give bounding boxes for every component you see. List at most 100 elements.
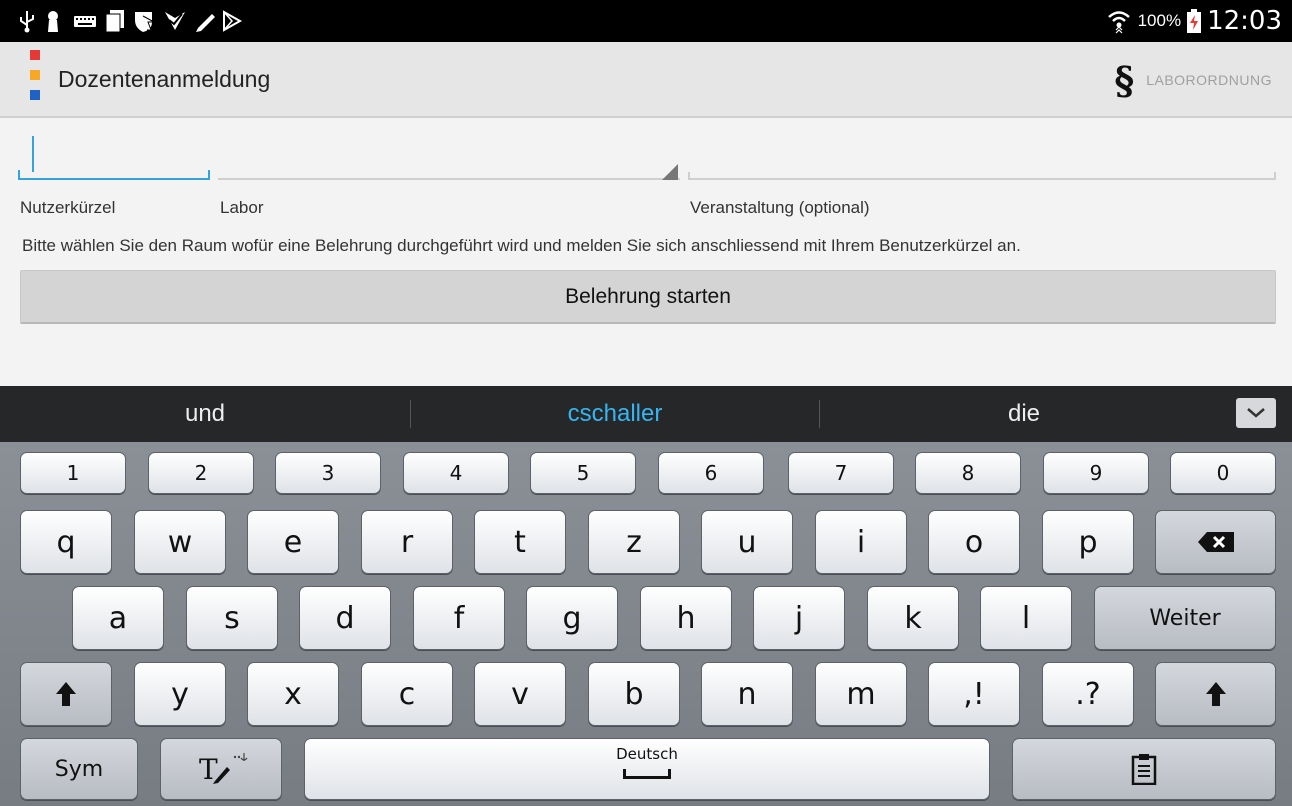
suggestion-item[interactable]: und xyxy=(0,386,410,442)
shield-icon xyxy=(135,12,155,32)
status-right: 100% 12:03 xyxy=(1106,0,1282,42)
key-m[interactable]: m xyxy=(815,662,907,726)
key-a[interactable]: a xyxy=(72,586,164,650)
backspace-key[interactable] xyxy=(1155,510,1276,574)
login-form: Nutzerkürzel Labor Veranstaltung (option… xyxy=(0,118,1292,386)
key-l[interactable]: l xyxy=(980,586,1072,650)
clock: 12:03 xyxy=(1207,6,1282,36)
logo-red-square xyxy=(30,50,40,60)
belehrung-starten-button[interactable]: Belehrung starten xyxy=(20,270,1276,324)
underline-tick xyxy=(1274,172,1276,180)
key-j[interactable]: j xyxy=(753,586,845,650)
shift-key-left[interactable] xyxy=(20,662,112,726)
clipboard-key[interactable] xyxy=(1012,738,1276,800)
page-title: Dozentenanmeldung xyxy=(58,66,271,92)
paragraph-icon: § xyxy=(1114,57,1135,103)
key-9[interactable]: 9 xyxy=(1043,452,1149,494)
key-5[interactable]: 5 xyxy=(530,452,636,494)
key-t[interactable]: t xyxy=(474,510,566,574)
checkmark-icon xyxy=(165,12,185,30)
labor-label: Labor xyxy=(220,198,264,217)
space-icon xyxy=(623,769,671,779)
text-cursor xyxy=(32,136,34,172)
usb-icon xyxy=(20,11,34,33)
key-z[interactable]: z xyxy=(588,510,680,574)
suggestion-item-highlighted[interactable]: cschaller xyxy=(411,386,819,442)
key-4[interactable]: 4 xyxy=(403,452,509,494)
key-e[interactable]: e xyxy=(247,510,339,574)
clipboard-icon xyxy=(1131,754,1157,785)
key-b[interactable]: b xyxy=(588,662,680,726)
instruction-text: Bitte wählen Sie den Raum wofür eine Bel… xyxy=(22,236,1021,255)
chevron-down-icon xyxy=(1247,408,1265,418)
key-g[interactable]: g xyxy=(526,586,618,650)
key-3[interactable]: 3 xyxy=(275,452,381,494)
battery-charging-icon xyxy=(1187,9,1202,33)
key-i[interactable]: i xyxy=(815,510,907,574)
keyboard: 1 2 3 4 5 6 7 8 9 0 q w e r t z u i o p … xyxy=(0,442,1292,806)
underline-tick xyxy=(208,170,210,180)
underline-tick xyxy=(18,170,20,180)
key-k[interactable]: k xyxy=(867,586,959,650)
nutzerkuerzel-label: Nutzerkürzel xyxy=(20,198,116,217)
handwriting-key[interactable]: T xyxy=(160,738,282,800)
app-logo xyxy=(30,50,40,100)
document-icon xyxy=(105,10,124,33)
key-w[interactable]: w xyxy=(134,510,226,574)
key-period[interactable]: .? xyxy=(1042,662,1134,726)
logo-blue-square xyxy=(30,90,40,100)
keyboard-icon xyxy=(74,16,96,27)
key-v[interactable]: v xyxy=(474,662,566,726)
key-n[interactable]: n xyxy=(701,662,793,726)
suggestion-item[interactable]: die xyxy=(820,386,1228,442)
key-c[interactable]: c xyxy=(361,662,453,726)
key-8[interactable]: 8 xyxy=(915,452,1021,494)
veranstaltung-input[interactable] xyxy=(688,132,1276,182)
key-p[interactable]: p xyxy=(1042,510,1134,574)
dropdown-arrow-icon xyxy=(662,164,678,180)
shift-key-right[interactable] xyxy=(1155,662,1276,726)
key-2[interactable]: 2 xyxy=(148,452,254,494)
key-comma[interactable]: ,! xyxy=(928,662,1020,726)
play-store-icon xyxy=(223,10,243,32)
underline-tick xyxy=(688,172,690,180)
laborordnung-label: LABORORDNUNG xyxy=(1146,72,1272,88)
key-u[interactable]: u xyxy=(701,510,793,574)
logo-yellow-square xyxy=(30,70,40,80)
keyhole-icon xyxy=(48,11,58,32)
key-7[interactable]: 7 xyxy=(788,452,894,494)
key-q[interactable]: q xyxy=(20,510,112,574)
key-h[interactable]: h xyxy=(640,586,732,650)
key-d[interactable]: d xyxy=(299,586,391,650)
key-6[interactable]: 6 xyxy=(658,452,764,494)
laborordnung-button[interactable]: § LABORORDNUNG xyxy=(1114,54,1272,106)
wifi-icon xyxy=(1107,11,1130,34)
status-bar: 100% 12:03 xyxy=(0,0,1292,42)
battery-percent: 100% xyxy=(1137,11,1182,30)
labor-spinner[interactable] xyxy=(218,132,680,182)
key-o[interactable]: o xyxy=(928,510,1020,574)
nutzerkuerzel-underline xyxy=(18,178,210,180)
nutzerkuerzel-input[interactable] xyxy=(20,132,210,178)
space-key[interactable]: Deutsch xyxy=(304,738,990,800)
collapse-keyboard-button[interactable] xyxy=(1236,398,1276,428)
labor-underline xyxy=(218,178,680,180)
backspace-icon xyxy=(1197,532,1234,552)
shift-icon xyxy=(56,682,76,706)
key-1[interactable]: 1 xyxy=(20,452,126,494)
space-language-label: Deutsch xyxy=(616,745,678,763)
key-r[interactable]: r xyxy=(361,510,453,574)
shift-icon xyxy=(1205,682,1226,706)
key-s[interactable]: s xyxy=(186,586,278,650)
veranstaltung-label: Veranstaltung (optional) xyxy=(690,198,870,217)
pen-icon xyxy=(196,14,215,32)
key-0[interactable]: 0 xyxy=(1170,452,1276,494)
handwriting-icon: T xyxy=(199,753,248,786)
key-y[interactable]: y xyxy=(134,662,226,726)
action-bar: Dozentenanmeldung § LABORORDNUNG xyxy=(0,42,1292,118)
sym-key[interactable]: Sym xyxy=(20,738,138,800)
suggestion-bar: und cschaller die xyxy=(0,386,1292,442)
key-f[interactable]: f xyxy=(413,586,505,650)
weiter-key[interactable]: Weiter xyxy=(1094,586,1276,650)
key-x[interactable]: x xyxy=(247,662,339,726)
